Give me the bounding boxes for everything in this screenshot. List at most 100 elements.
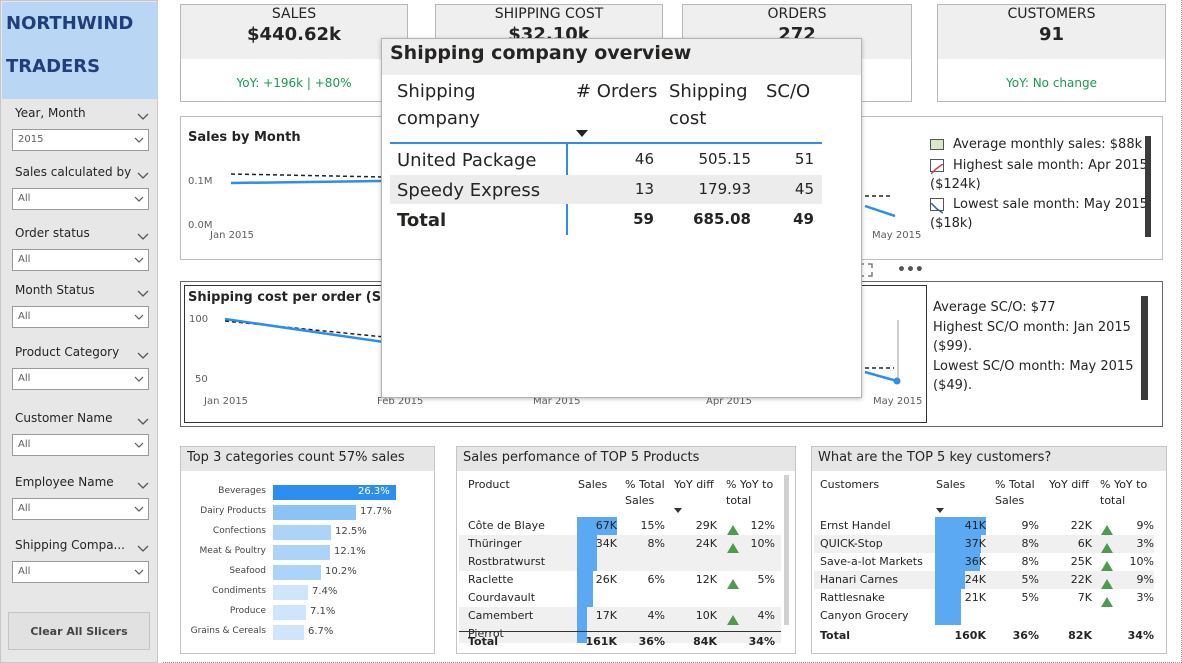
col-header-company[interactable]: Shipping company — [397, 78, 517, 132]
card-title: Sales perfomance of TOP 5 Products — [457, 447, 795, 471]
chevron-down-icon — [134, 312, 144, 322]
more-options-icon[interactable]: ••• — [897, 262, 924, 278]
shipping-company-overview-popup: Shipping company overview Shipping compa… — [381, 38, 862, 398]
category-bar[interactable] — [273, 605, 306, 620]
category-pct: 6.7% — [308, 626, 334, 637]
slicer-value: All — [18, 373, 31, 384]
total-pct: 36% — [1012, 629, 1039, 642]
table-row-sales: 67K — [595, 519, 617, 532]
chevron-down-icon — [134, 567, 144, 577]
table-row-pct: 8% — [647, 537, 665, 550]
legend-scrollbar[interactable] — [1141, 296, 1148, 400]
chevron-down-icon[interactable] — [137, 284, 149, 297]
chevron-down-icon[interactable] — [137, 539, 149, 552]
sort-desc-icon[interactable] — [674, 508, 682, 513]
top-products-card: Sales perfomance of TOP 5 Products Produ… — [456, 446, 796, 654]
chevron-down-icon — [134, 194, 144, 204]
category-bar[interactable] — [273, 625, 304, 640]
category-label: Beverages — [218, 486, 266, 496]
category-label: Seafood — [229, 566, 266, 576]
trend-up-icon — [1101, 538, 1113, 557]
col-header-sco[interactable]: SC/O — [766, 78, 810, 105]
category-pct: 17.7% — [360, 506, 392, 517]
category-pct: 12.1% — [334, 546, 366, 557]
trend-up-icon — [930, 159, 944, 175]
col-header-orders[interactable]: # Orders — [576, 78, 657, 105]
col-header-sales[interactable]: Sales — [936, 477, 965, 493]
category-pct: 12.5% — [335, 526, 367, 537]
category-bar[interactable] — [273, 545, 330, 560]
slicer-dropdown[interactable]: All — [12, 561, 149, 583]
card-title: What are the TOP 5 key customers? — [812, 447, 1166, 471]
col-header-cost[interactable]: Shipping cost — [669, 78, 759, 132]
table-row-name: Rattlesnake — [820, 591, 885, 604]
category-bar[interactable] — [273, 505, 356, 520]
sort-desc-icon[interactable] — [576, 130, 588, 137]
sort-desc-icon[interactable] — [936, 508, 944, 513]
col-header-sales[interactable]: Sales — [578, 477, 607, 493]
slicer-label: Sales calculated by — [15, 165, 132, 179]
row-cost: 179.93 — [698, 180, 752, 198]
chevron-down-icon[interactable] — [137, 476, 149, 489]
chevron-down-icon — [134, 374, 144, 384]
category-pct: 7.4% — [312, 586, 338, 597]
chevron-down-icon[interactable] — [137, 346, 149, 359]
slicer-dropdown[interactable]: All — [12, 368, 149, 390]
table-row-yoy: 22K — [1070, 519, 1092, 532]
slicer-value: All — [18, 439, 31, 450]
kpi-label: CUSTOMERS — [1007, 6, 1096, 22]
col-header-product[interactable]: Product — [468, 477, 510, 493]
chevron-down-icon[interactable] — [137, 166, 149, 179]
slicer-dropdown[interactable]: All — [12, 498, 149, 520]
table-row-yoy: 7K — [1077, 591, 1092, 604]
slicer-label: Employee Name — [15, 475, 114, 489]
table-row-yoy: 22K — [1070, 573, 1092, 586]
legend-lowest: Lowest SC/O month: May 2015 — [933, 359, 1134, 374]
clear-all-slicers-button[interactable]: Clear All Slicers — [8, 612, 150, 650]
slicer-dropdown[interactable]: 2015 — [12, 129, 149, 151]
row-company: United Package — [397, 150, 537, 171]
top-categories-card: Top 3 categories count 57% sales Beverag… — [180, 446, 435, 654]
chevron-down-icon[interactable] — [137, 227, 149, 240]
table-row-sales: 37K — [964, 537, 986, 550]
chevron-down-icon[interactable] — [137, 107, 149, 120]
slicer-dropdown[interactable]: All — [12, 434, 149, 456]
legend-highest-value: ($124k) — [930, 177, 981, 192]
table-row-name: Thüringer — [468, 537, 522, 550]
col-header-pct-total[interactable]: % Total Sales — [995, 477, 1041, 509]
category-bar[interactable] — [273, 565, 321, 580]
table-scrollbar[interactable] — [784, 475, 789, 625]
kpi-label: ORDERS — [767, 6, 827, 22]
popup-title: Shipping company overview — [382, 39, 861, 75]
chevron-down-icon[interactable] — [137, 412, 149, 425]
legend-highest: Highest sale month: Apr 2015 — [953, 158, 1148, 173]
slicer-dropdown[interactable]: All — [12, 306, 149, 328]
slicer-dropdown[interactable]: All — [12, 249, 149, 271]
row-orders: 46 — [634, 150, 654, 168]
col-header-pct-total[interactable]: % Total Sales — [625, 477, 671, 509]
kpi-value: 91 — [1038, 24, 1065, 45]
total-company: Total — [397, 210, 447, 231]
logo-line-1: NORTHWIND — [6, 13, 134, 34]
table-row-yoy: 10K — [695, 609, 717, 622]
table-row-name: Côte de Blaye — [468, 519, 545, 532]
col-header-yoy-diff[interactable]: YoY diff — [674, 477, 714, 493]
col-header-yoy-pct[interactable]: % YoY to total — [1100, 477, 1156, 509]
slicer-dropdown[interactable]: All — [12, 188, 149, 210]
col-header-yoy-diff[interactable]: YoY diff — [1049, 477, 1089, 493]
col-header-yoy-pct[interactable]: % YoY to total — [726, 477, 782, 509]
table-row-name-cont: Courdavault — [468, 591, 536, 604]
legend-scrollbar[interactable] — [1145, 136, 1151, 237]
table-row-name: Save-a-lot Markets — [820, 555, 923, 568]
legend-highest: Highest SC/O month: Jan 2015 — [933, 320, 1131, 335]
row-sco: 51 — [794, 150, 814, 168]
trend-up-icon — [1101, 574, 1113, 593]
table-row-name: Hanari Carnes — [820, 573, 899, 586]
category-bar[interactable] — [273, 585, 308, 600]
kpi-yoy: YoY: +196k | +80% — [236, 76, 352, 90]
category-bar[interactable] — [273, 525, 331, 540]
col-header-customers[interactable]: Customers — [820, 477, 879, 493]
category-pct: 26.3% — [358, 486, 390, 497]
top-customers-card: What are the TOP 5 key customers? Custom… — [811, 446, 1167, 654]
legend-lowest-value: ($18k) — [930, 216, 973, 231]
